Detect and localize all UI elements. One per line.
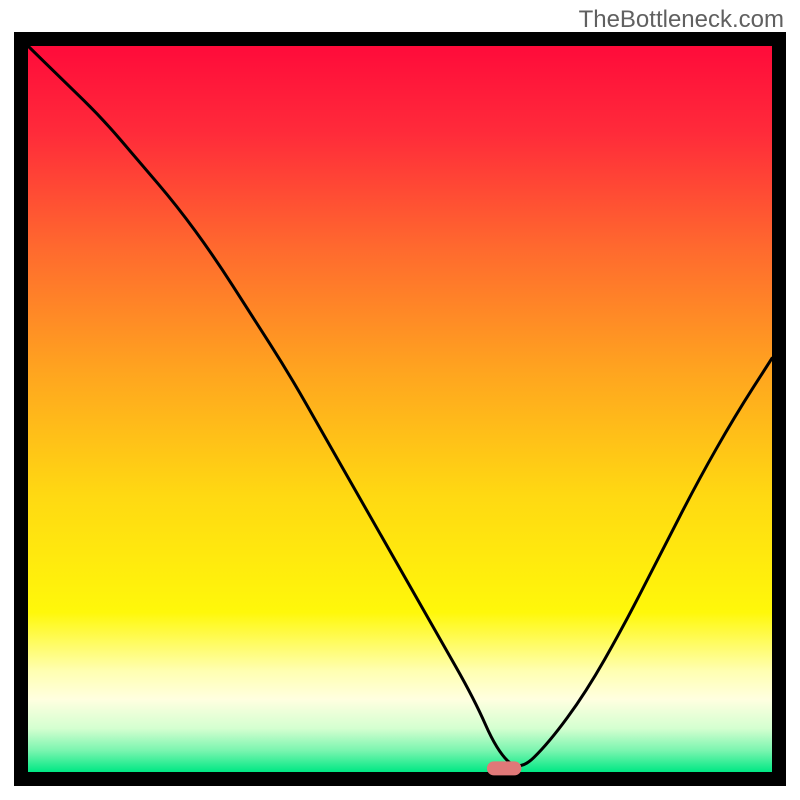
chart-canvas xyxy=(0,0,800,800)
plot-background xyxy=(28,46,772,772)
watermark-text: TheBottleneck.com xyxy=(579,6,784,34)
bottleneck-chart: TheBottleneck.com xyxy=(0,0,800,800)
annotation-min-marker xyxy=(487,762,520,775)
